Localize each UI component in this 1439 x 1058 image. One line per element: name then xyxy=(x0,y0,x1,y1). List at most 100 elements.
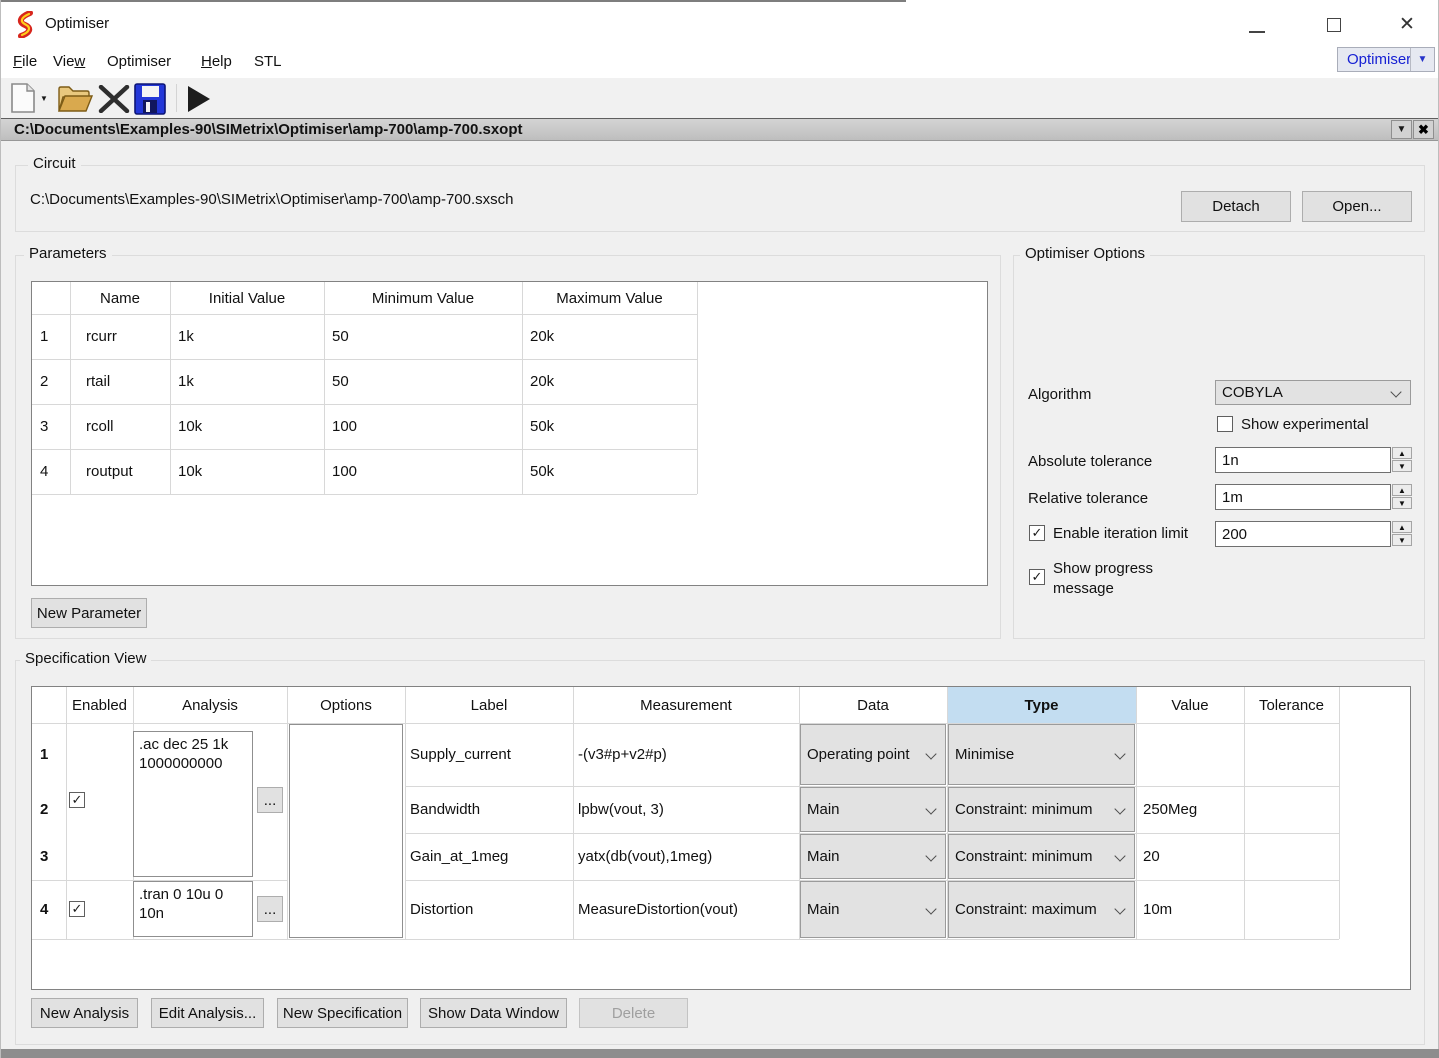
column-header-enabled[interactable]: Enabled xyxy=(66,687,133,723)
column-header-label[interactable]: Label xyxy=(405,687,573,723)
parameter-max[interactable]: 50k xyxy=(530,449,554,494)
menu-help[interactable]: Help xyxy=(199,45,234,78)
analysis1-edit-button[interactable]: ... xyxy=(257,787,283,813)
spin-down-icon[interactable]: ▼ xyxy=(1392,497,1412,509)
analysis2-enabled-checkbox[interactable]: ✓ xyxy=(69,901,85,917)
open-folder-icon[interactable] xyxy=(57,85,93,113)
parameter-initial[interactable]: 10k xyxy=(178,449,202,494)
data-select[interactable]: Main xyxy=(800,787,946,832)
column-header-data[interactable]: Data xyxy=(799,687,947,723)
column-header-type[interactable]: Type xyxy=(947,687,1136,723)
iteration-limit-input[interactable]: 200 xyxy=(1215,521,1391,547)
parameter-max[interactable]: 20k xyxy=(530,359,554,404)
new-specification-button[interactable]: New Specification xyxy=(277,998,408,1028)
run-icon[interactable] xyxy=(186,85,212,113)
enable-iteration-limit-checkbox[interactable]: ✓ xyxy=(1029,525,1045,541)
open-button[interactable]: Open... xyxy=(1302,191,1412,222)
column-header-initial-value[interactable]: Initial Value xyxy=(170,282,324,314)
data-select[interactable]: Main xyxy=(800,881,946,938)
column-header-maximum-value[interactable]: Maximum Value xyxy=(522,282,697,314)
menu-view[interactable]: View xyxy=(51,45,87,78)
spec-label[interactable]: Bandwidth xyxy=(410,786,480,833)
column-header-options[interactable]: Options xyxy=(287,687,405,723)
algorithm-select[interactable]: COBYLA xyxy=(1215,380,1411,405)
parameter-min[interactable]: 100 xyxy=(332,449,357,494)
parameter-max[interactable]: 50k xyxy=(530,404,554,449)
column-header-measurement[interactable]: Measurement xyxy=(573,687,799,723)
parameter-initial[interactable]: 1k xyxy=(178,359,194,404)
spec-label[interactable]: Gain_at_1meg xyxy=(410,833,508,880)
parameter-min[interactable]: 50 xyxy=(332,359,349,404)
analysis1-enabled-checkbox[interactable]: ✓ xyxy=(69,792,85,808)
menu-file[interactable]: File xyxy=(11,45,39,78)
absolute-tolerance-spinner[interactable]: ▲ ▼ xyxy=(1392,447,1412,472)
column-header-tolerance[interactable]: Tolerance xyxy=(1244,687,1339,723)
show-data-window-button[interactable]: Show Data Window xyxy=(420,998,567,1028)
document-dropdown-button[interactable]: ▼ xyxy=(1391,120,1412,139)
column-header-name[interactable]: Name xyxy=(70,282,170,314)
window-selector-dropdown[interactable]: Optimiser ▼ xyxy=(1337,47,1435,72)
column-header-analysis[interactable]: Analysis xyxy=(133,687,287,723)
close-button[interactable]: ✕ xyxy=(1393,10,1421,38)
analysis2-edit-button[interactable]: ... xyxy=(257,896,283,922)
parameter-initial[interactable]: 1k xyxy=(178,314,194,359)
new-document-icon[interactable] xyxy=(11,83,35,113)
parameter-name[interactable]: routput xyxy=(86,449,133,494)
spec-value[interactable]: 20 xyxy=(1143,833,1160,880)
parameter-name[interactable]: rtail xyxy=(86,359,110,404)
spec-label[interactable]: Supply_current xyxy=(410,723,511,786)
iteration-limit-spinner[interactable]: ▲ ▼ xyxy=(1392,521,1412,546)
background-window-sliver-bottom xyxy=(1,1049,1439,1058)
spec-measurement[interactable]: yatx(db(vout),1meg) xyxy=(578,833,712,880)
data-select[interactable]: Main xyxy=(800,834,946,879)
edit-analysis-button[interactable]: Edit Analysis... xyxy=(151,998,264,1028)
new-document-dropdown-icon[interactable]: ▼ xyxy=(40,94,48,103)
spec-label[interactable]: Distortion xyxy=(410,880,473,939)
parameter-max[interactable]: 20k xyxy=(530,314,554,359)
spin-up-icon[interactable]: ▲ xyxy=(1392,484,1412,496)
spin-up-icon[interactable]: ▲ xyxy=(1392,447,1412,459)
options-box[interactable] xyxy=(289,724,403,938)
type-select[interactable]: Constraint: minimum xyxy=(948,787,1135,832)
new-parameter-button[interactable]: New Parameter xyxy=(31,598,147,628)
relative-tolerance-spinner[interactable]: ▲ ▼ xyxy=(1392,484,1412,509)
absolute-tolerance-input[interactable]: 1n xyxy=(1215,447,1391,473)
parameters-table[interactable]: Name Initial Value Minimum Value Maximum… xyxy=(31,281,988,586)
spec-measurement[interactable]: -(v3#p+v2#p) xyxy=(578,723,667,786)
type-select[interactable]: Minimise xyxy=(948,724,1135,785)
spec-value[interactable]: 250Meg xyxy=(1143,786,1197,833)
type-select[interactable]: Constraint: minimum xyxy=(948,834,1135,879)
document-close-button[interactable]: ✖ xyxy=(1413,120,1434,139)
parameter-name[interactable]: rcoll xyxy=(86,404,114,449)
grid-line xyxy=(573,687,574,939)
spec-measurement[interactable]: lpbw(vout, 3) xyxy=(578,786,664,833)
spec-value[interactable]: 10m xyxy=(1143,880,1172,939)
maximize-button[interactable] xyxy=(1327,18,1341,32)
detach-button[interactable]: Detach xyxy=(1181,191,1291,222)
column-header-minimum-value[interactable]: Minimum Value xyxy=(324,282,522,314)
spin-down-icon[interactable]: ▼ xyxy=(1392,534,1412,546)
save-icon[interactable] xyxy=(134,83,166,115)
parameter-min[interactable]: 50 xyxy=(332,314,349,359)
new-analysis-button[interactable]: New Analysis xyxy=(31,998,138,1028)
parameter-initial[interactable]: 10k xyxy=(178,404,202,449)
parameter-name[interactable]: rcurr xyxy=(86,314,117,359)
relative-tolerance-input[interactable]: 1m xyxy=(1215,484,1391,510)
type-select[interactable]: Constraint: maximum xyxy=(948,881,1135,938)
minimize-button[interactable] xyxy=(1249,31,1265,33)
algorithm-label: Algorithm xyxy=(1028,382,1091,407)
spin-up-icon[interactable]: ▲ xyxy=(1392,521,1412,533)
close-document-icon[interactable] xyxy=(98,85,130,113)
analysis2-text[interactable]: .tran 0 10u 0 10n xyxy=(133,881,253,937)
data-select[interactable]: Operating point xyxy=(800,724,946,785)
show-experimental-checkbox[interactable] xyxy=(1217,416,1233,432)
show-progress-checkbox[interactable]: ✓ xyxy=(1029,569,1045,585)
specification-table[interactable]: Enabled Analysis Options Label Measureme… xyxy=(31,686,1411,990)
spin-down-icon[interactable]: ▼ xyxy=(1392,460,1412,472)
menu-stl[interactable]: STL xyxy=(252,45,284,78)
menu-optimiser[interactable]: Optimiser xyxy=(105,45,173,78)
analysis1-text[interactable]: .ac dec 25 1k 1000000000 xyxy=(133,731,253,877)
parameter-min[interactable]: 100 xyxy=(332,404,357,449)
spec-measurement[interactable]: MeasureDistortion(vout) xyxy=(578,880,738,939)
column-header-value[interactable]: Value xyxy=(1136,687,1244,723)
